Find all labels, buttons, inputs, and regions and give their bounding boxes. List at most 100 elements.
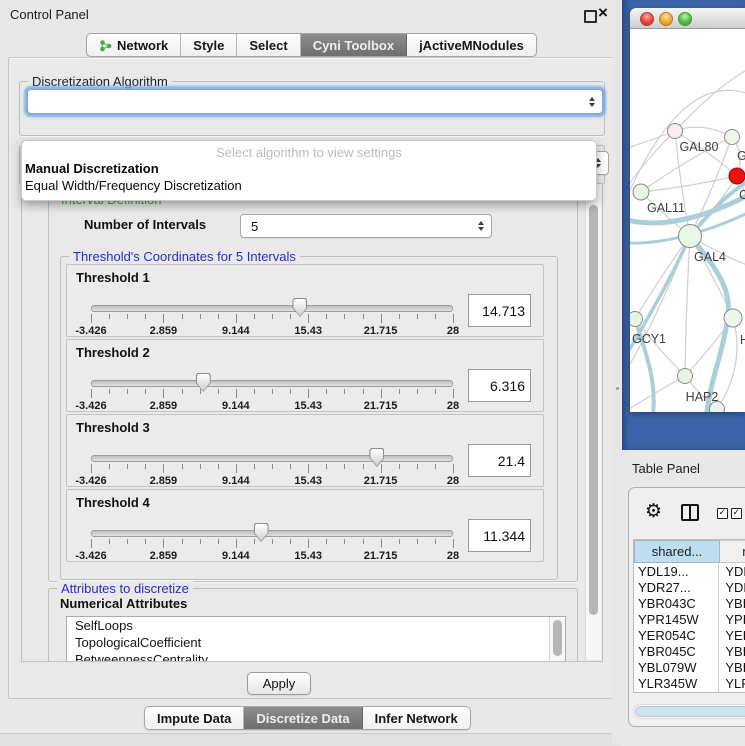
table-row[interactable]: YPR145WYPR1	[634, 611, 745, 627]
slider-tick	[326, 389, 327, 394]
network-node[interactable]	[679, 225, 702, 248]
tab-discretize-data[interactable]: Discretize Data	[244, 707, 362, 729]
network-node-label: H	[740, 333, 745, 347]
slider-scale-label: 28	[447, 475, 459, 487]
table-row[interactable]: YDL19...YDL1	[634, 563, 745, 579]
table-row[interactable]: YBL079WYBL0	[634, 659, 745, 675]
menu-item-manual-discretization[interactable]: Manual Discretization	[25, 161, 159, 176]
slider-tick	[344, 464, 345, 469]
slider-track[interactable]	[91, 455, 453, 462]
attribute-item[interactable]: TopologicalCoefficient	[67, 634, 565, 651]
tab-style[interactable]: Style	[181, 34, 237, 56]
table-cell[interactable]: YBR043C	[634, 596, 718, 611]
attribute-item[interactable]: BetweennessCentrality	[67, 651, 565, 662]
slider-tick	[435, 389, 436, 394]
tab-infer-network[interactable]: Infer Network	[363, 707, 470, 729]
threshold-value-field[interactable]: 21.4	[468, 444, 531, 477]
table-row[interactable]: YLR345WYLR3	[634, 675, 745, 691]
table-cell[interactable]: YDR27...	[634, 580, 718, 595]
table-cell[interactable]: YDR2	[718, 579, 745, 595]
slider-tick	[254, 389, 255, 394]
slider-thumb[interactable]	[369, 448, 384, 467]
zoom-traffic-light-icon[interactable]	[678, 12, 692, 26]
table-cell[interactable]: YDL19...	[634, 564, 718, 579]
table-cell[interactable]: YLR3	[718, 675, 745, 691]
table-cell[interactable]: YPR1	[718, 611, 745, 627]
slider-thumb[interactable]	[292, 298, 307, 317]
slider-scale-labels: -3.4262.8599.14415.4321.71528	[91, 400, 453, 412]
slider-scale-label: 15.43	[294, 550, 322, 562]
algorithm-combobox[interactable]	[27, 89, 603, 114]
table-cell[interactable]: YER054C	[634, 628, 718, 643]
attribute-item[interactable]: SelfLoops	[67, 617, 565, 634]
checkbox-icon[interactable]	[731, 508, 742, 519]
slider-tick	[109, 464, 110, 469]
table-cell[interactable]: YLR345W	[634, 676, 718, 691]
tab-label: Network	[117, 38, 168, 53]
slider-tick	[145, 539, 146, 544]
threshold-value-field[interactable]: 6.316	[468, 369, 531, 402]
network-node[interactable]	[729, 168, 745, 184]
network-node[interactable]	[724, 309, 742, 327]
list-scrollbar[interactable]	[549, 617, 565, 662]
table-row[interactable]: YBR045CYBR0	[634, 643, 745, 659]
slider-tick	[344, 314, 345, 319]
network-node[interactable]	[630, 312, 643, 327]
menu-item-equal-width-frequency[interactable]: Equal Width/Frequency Discretization	[25, 178, 242, 193]
tab-jactivemnodules[interactable]: jActiveMNodules	[407, 34, 536, 56]
checkbox-icon[interactable]	[717, 508, 728, 519]
slider-tick	[163, 389, 164, 398]
close-icon[interactable]: ×	[598, 3, 608, 23]
network-node[interactable]	[725, 130, 740, 145]
table-cell[interactable]: YBR0	[718, 643, 745, 659]
slider-thumb[interactable]	[196, 373, 211, 392]
table-row[interactable]: YER054CYER0	[634, 627, 745, 643]
slider-tick	[272, 389, 273, 394]
settings-vertical-scrollbar[interactable]	[585, 185, 601, 660]
table-cell[interactable]: YBR045C	[634, 644, 718, 659]
slider-tick	[163, 314, 164, 323]
tab-network[interactable]: Network	[87, 34, 181, 56]
network-node-label: GAL4	[694, 250, 726, 264]
gear-icon[interactable]: ⚙	[645, 500, 662, 522]
table-row[interactable]: YDR27...YDR2	[634, 579, 745, 595]
slider-track[interactable]	[91, 380, 453, 387]
threshold-value-field[interactable]: 14.713	[468, 294, 531, 327]
slider-tick	[145, 314, 146, 319]
table-cell[interactable]: YBR0	[718, 595, 745, 611]
network-node[interactable]	[678, 369, 693, 384]
tab-cyni-toolbox[interactable]: Cyni Toolbox	[301, 34, 407, 56]
scrollbar-thumb[interactable]	[589, 205, 598, 615]
tab-impute-data[interactable]: Impute Data	[145, 707, 244, 729]
slider-tick	[417, 539, 418, 544]
number-of-intervals-combobox[interactable]: 5	[240, 214, 492, 238]
table-cell[interactable]: YIL052C	[634, 692, 718, 694]
horizontal-scrollbar[interactable]	[633, 704, 745, 719]
table-row[interactable]: YBR043CYBR0	[634, 595, 745, 611]
tab-select[interactable]: Select	[237, 34, 300, 56]
apply-button[interactable]: Apply	[247, 672, 311, 695]
table-cell[interactable]: YIL0	[718, 691, 745, 693]
network-canvas[interactable]: GAL80GACGAL11GAL4GCY1HHAP2	[630, 29, 745, 412]
threshold-value-field[interactable]: 11.344	[468, 519, 531, 552]
table-cell[interactable]: YPR145W	[634, 612, 718, 627]
network-node[interactable]	[668, 124, 683, 139]
column-header-shared-name[interactable]: shared...	[634, 540, 720, 563]
table-row[interactable]: YIL052CYIL0	[634, 691, 745, 693]
panel-splitter[interactable]	[612, 0, 622, 745]
close-traffic-light-icon[interactable]	[640, 12, 654, 26]
network-node[interactable]	[633, 184, 649, 200]
slider-thumb[interactable]	[254, 523, 269, 542]
slider-track[interactable]	[91, 305, 453, 312]
column-header-name[interactable]: na	[720, 540, 745, 563]
scrollbar-thumb[interactable]	[635, 706, 745, 717]
minimize-traffic-light-icon[interactable]	[659, 12, 673, 26]
columns-icon[interactable]	[681, 504, 699, 521]
table-cell[interactable]: YER0	[718, 627, 745, 643]
table-cell[interactable]: YDL1	[718, 563, 745, 579]
table-cell[interactable]: YBL0	[718, 659, 745, 675]
network-window-titlebar[interactable]	[630, 8, 745, 29]
table-cell[interactable]: YBL079W	[634, 660, 718, 675]
slider-track[interactable]	[91, 530, 453, 537]
float-window-icon[interactable]	[584, 10, 597, 23]
